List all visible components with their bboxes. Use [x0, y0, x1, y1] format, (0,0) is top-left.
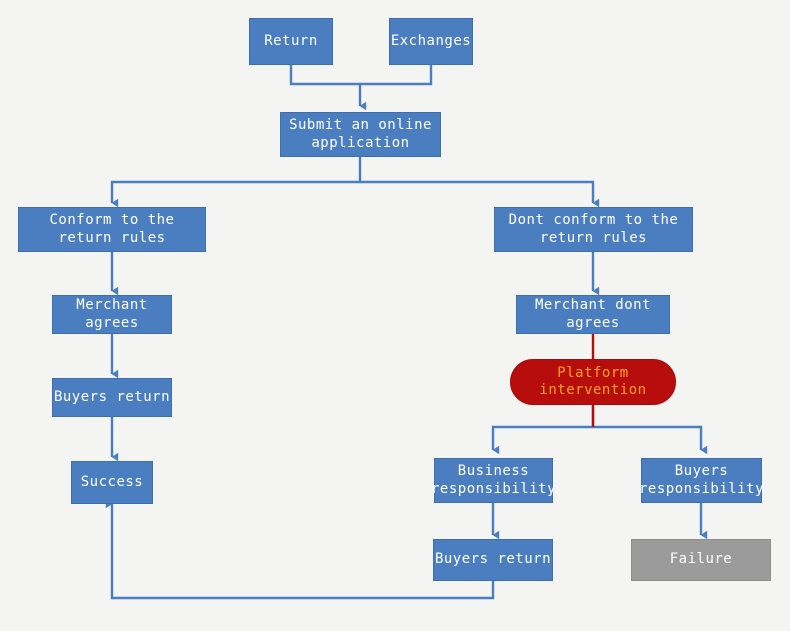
node-merchant-dont-agrees-label: Merchant dont agrees — [534, 297, 652, 331]
node-dont-conform-to-return-rules-label: Dont conform to the return rules — [508, 212, 679, 246]
node-platform-intervention[interactable]: Platform intervention — [510, 359, 676, 405]
node-success-label: Success — [80, 473, 144, 490]
node-buyers-responsibility[interactable]: Buyers responsibility — [639, 458, 765, 503]
node-success[interactable]: Success — [71, 461, 153, 504]
node-conform-to-return-rules[interactable]: Conform to the return rules — [18, 207, 206, 252]
node-conform-to-return-rules-label: Conform to the return rules — [49, 212, 175, 246]
node-failure[interactable]: Failure — [631, 539, 771, 581]
node-platform-intervention-label: Platform intervention — [539, 364, 647, 398]
node-merchant-agrees[interactable]: Merchant agrees — [52, 295, 172, 334]
edge-exchanges-to-submit — [360, 65, 433, 86]
node-dont-conform-to-return-rules[interactable]: Dont conform to the return rules — [494, 207, 693, 252]
node-business-responsibility[interactable]: Business responsibility — [431, 458, 557, 503]
node-buyers-return-mid-label: Buyers return — [434, 551, 552, 568]
node-merchant-agrees-label: Merchant agrees — [76, 297, 148, 331]
node-submit-application[interactable]: Submit an online application — [280, 112, 441, 157]
node-return[interactable]: Return — [249, 18, 333, 65]
node-submit-application-label: Submit an online application — [289, 117, 432, 151]
node-buyers-return-left[interactable]: Buyers return — [52, 378, 172, 417]
edge-submit-to-conform — [110, 180, 360, 208]
node-merchant-dont-agrees[interactable]: Merchant dont agrees — [516, 295, 670, 334]
flowchart-canvas: Return Exchanges Submit an online applic… — [0, 0, 790, 631]
node-exchanges[interactable]: Exchanges — [389, 18, 473, 65]
edge-platform-to-buyers-resp — [593, 425, 708, 455]
node-buyers-return-mid[interactable]: Buyers return — [433, 539, 553, 581]
node-exchanges-label: Exchanges — [390, 32, 472, 49]
edge-platform-to-business — [491, 425, 593, 455]
edge-return-to-submit — [289, 65, 360, 86]
node-failure-label: Failure — [669, 551, 733, 568]
node-buyers-responsibility-label: Buyers responsibility — [639, 463, 765, 497]
node-business-responsibility-label: Business responsibility — [431, 463, 557, 497]
edge-submit-to-dontconform — [360, 180, 600, 208]
node-buyers-return-left-label: Buyers return — [53, 388, 171, 405]
node-return-label: Return — [264, 32, 318, 49]
